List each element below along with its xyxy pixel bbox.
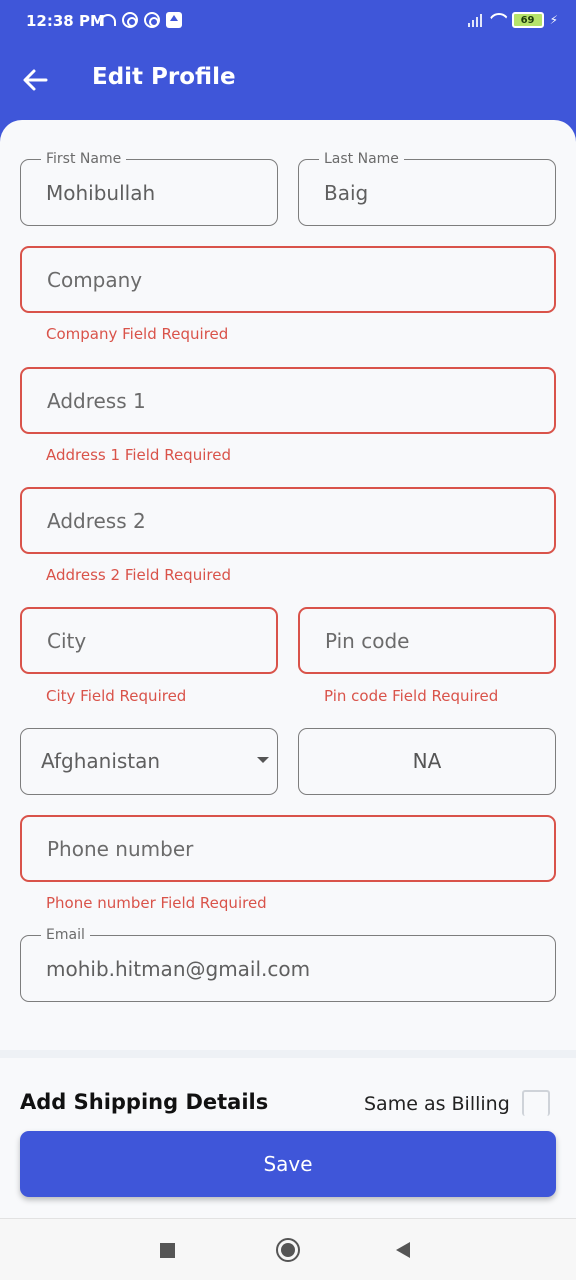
phone-error: Phone number Field Required xyxy=(46,894,267,912)
wifi-icon xyxy=(488,13,506,27)
state-value: NA xyxy=(412,749,442,773)
status-time: 12:38 PM xyxy=(26,12,105,30)
first-name-label: First Name xyxy=(41,151,127,167)
city-field[interactable]: City xyxy=(20,607,278,674)
system-icons: 69 ⚡ xyxy=(467,12,558,28)
company-placeholder: Company xyxy=(47,268,143,292)
vpn-icon xyxy=(122,12,138,28)
address2-error: Address 2 Field Required xyxy=(46,566,231,584)
same-as-billing-label: Same as Billing xyxy=(364,1093,510,1115)
phone-placeholder: Phone number xyxy=(47,837,194,861)
state-field[interactable]: NA xyxy=(298,728,556,795)
city-error: City Field Required xyxy=(46,687,187,705)
address2-field[interactable]: Address 2 xyxy=(20,487,556,554)
email-value: mohib.hitman@gmail.com xyxy=(46,957,311,981)
email-label: Email xyxy=(41,927,90,943)
recents-icon[interactable] xyxy=(160,1243,175,1258)
first-name-value: Mohibullah xyxy=(46,181,156,205)
last-name-field[interactable]: Last Name Baig xyxy=(298,151,556,226)
address1-error: Address 1 Field Required xyxy=(46,446,231,464)
battery-icon: 69 xyxy=(511,12,544,28)
arrow-left-icon xyxy=(23,69,48,91)
company-error: Company Field Required xyxy=(46,325,229,343)
same-as-billing-checkbox[interactable] xyxy=(522,1090,550,1116)
headset-icon xyxy=(100,14,116,26)
email-field[interactable]: Email mohib.hitman@gmail.com xyxy=(20,927,556,1002)
address1-field[interactable]: Address 1 xyxy=(20,367,556,434)
app-bar: Edit Profile xyxy=(0,44,576,120)
pincode-placeholder: Pin code xyxy=(325,629,410,653)
country-value: Afghanistan xyxy=(41,749,161,773)
status-bar: 12:38 PM 69 ⚡ xyxy=(0,0,576,44)
upload-icon xyxy=(166,12,182,28)
charging-icon: ⚡ xyxy=(549,13,558,27)
back-icon[interactable] xyxy=(396,1242,410,1258)
section-divider xyxy=(0,1050,576,1058)
last-name-label: Last Name xyxy=(319,151,404,167)
pincode-field[interactable]: Pin code xyxy=(298,607,556,674)
first-name-field[interactable]: First Name Mohibullah xyxy=(20,151,278,226)
company-field[interactable]: Company xyxy=(20,246,556,313)
address1-placeholder: Address 1 xyxy=(47,389,146,413)
system-nav-bar xyxy=(0,1218,576,1280)
city-placeholder: City xyxy=(47,629,87,653)
last-name-value: Baig xyxy=(324,181,369,205)
pincode-error: Pin code Field Required xyxy=(324,687,499,705)
vpn-icon xyxy=(144,12,160,28)
notification-icons xyxy=(100,12,182,28)
home-icon[interactable] xyxy=(276,1238,300,1262)
country-select[interactable]: Afghanistan xyxy=(20,728,278,795)
back-button[interactable] xyxy=(20,66,52,94)
page-title: Edit Profile xyxy=(92,64,236,90)
address2-placeholder: Address 2 xyxy=(47,509,146,533)
phone-field[interactable]: Phone number xyxy=(20,815,556,882)
edit-profile-form: First Name Mohibullah Last Name Baig Com… xyxy=(0,120,576,1218)
dropdown-arrow-icon xyxy=(257,757,269,763)
signal-icon xyxy=(467,13,482,27)
shipping-section-title: Add Shipping Details xyxy=(20,1090,269,1114)
save-button[interactable]: Save xyxy=(20,1131,556,1197)
